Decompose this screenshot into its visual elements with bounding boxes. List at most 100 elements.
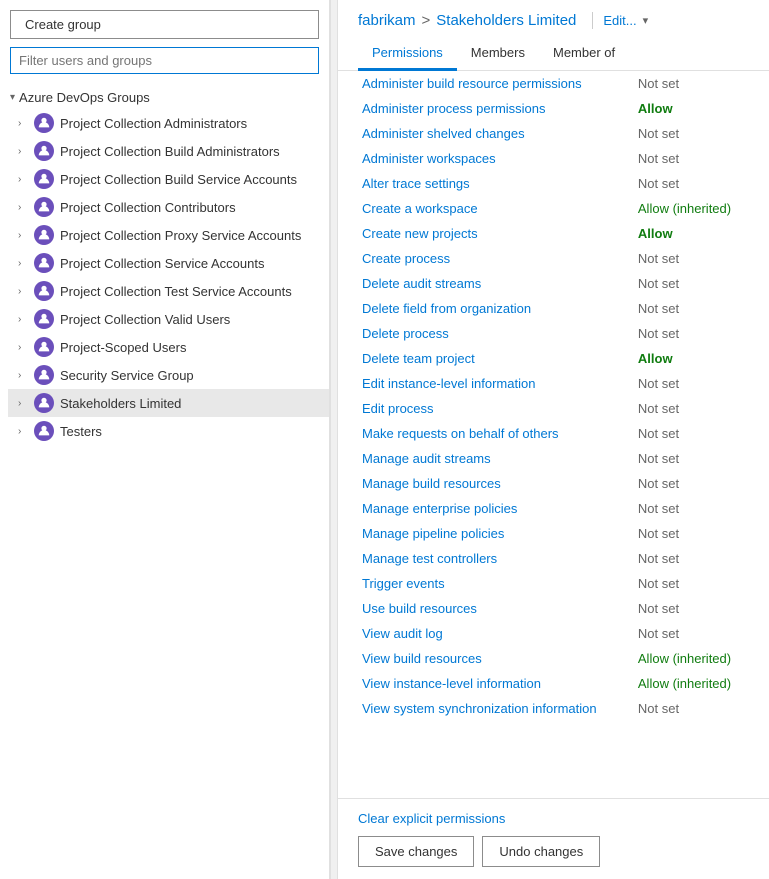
tree-container: ▾ Azure DevOps Groups › Project Collecti… [0, 82, 329, 879]
permission-name[interactable]: Edit instance-level information [358, 371, 634, 396]
permission-name[interactable]: Manage pipeline policies [358, 521, 634, 546]
permission-value[interactable]: Allow [634, 346, 749, 371]
permission-name[interactable]: Manage test controllers [358, 546, 634, 571]
tab-members[interactable]: Members [457, 39, 539, 71]
permission-value[interactable]: Allow [634, 221, 749, 246]
permission-row: Use build resources Not set [358, 596, 749, 621]
permission-value[interactable]: Not set [634, 321, 749, 346]
group-icon [34, 253, 54, 273]
permission-name[interactable]: Delete field from organization [358, 296, 634, 321]
permission-value[interactable]: Not set [634, 521, 749, 546]
tree-item[interactable]: › Project Collection Build Service Accou… [8, 165, 329, 193]
permission-value[interactable]: Not set [634, 146, 749, 171]
tab-member_of[interactable]: Member of [539, 39, 629, 71]
tree-item-label: Project Collection Build Administrators [60, 144, 280, 159]
tree-item-label: Project Collection Test Service Accounts [60, 284, 292, 299]
permission-value[interactable]: Allow (inherited) [634, 646, 749, 671]
permission-name[interactable]: Delete team project [358, 346, 634, 371]
tree-item[interactable]: › Project Collection Contributors [8, 193, 329, 221]
permission-row: Manage audit streams Not set [358, 446, 749, 471]
permission-name[interactable]: Alter trace settings [358, 171, 634, 196]
permission-row: Administer process permissions Allow [358, 96, 749, 121]
permission-value[interactable]: Allow (inherited) [634, 671, 749, 696]
permission-value[interactable]: Not set [634, 246, 749, 271]
group-icon [34, 365, 54, 385]
permission-value[interactable]: Not set [634, 546, 749, 571]
tree-item[interactable]: › Project Collection Test Service Accoun… [8, 277, 329, 305]
permission-name[interactable]: View build resources [358, 646, 634, 671]
permission-name[interactable]: Administer workspaces [358, 146, 634, 171]
permission-value[interactable]: Not set [634, 121, 749, 146]
permission-value[interactable]: Allow (inherited) [634, 196, 749, 221]
edit-dropdown-button[interactable]: ▾ [641, 12, 651, 29]
permission-name[interactable]: View system synchronization information [358, 696, 634, 721]
permission-name[interactable]: View audit log [358, 621, 634, 646]
permission-name[interactable]: Make requests on behalf of others [358, 421, 634, 446]
permission-value[interactable]: Not set [634, 571, 749, 596]
permission-name[interactable]: Manage enterprise policies [358, 496, 634, 521]
group-icon [34, 225, 54, 245]
undo-changes-button[interactable]: Undo changes [482, 836, 600, 867]
breadcrumb-org[interactable]: fabrikam [358, 12, 416, 29]
permission-value[interactable]: Not set [634, 471, 749, 496]
permission-value[interactable]: Not set [634, 171, 749, 196]
permission-value[interactable]: Allow [634, 96, 749, 121]
breadcrumb-group[interactable]: Stakeholders Limited [436, 12, 576, 29]
permission-name[interactable]: Manage audit streams [358, 446, 634, 471]
permission-name[interactable]: Delete process [358, 321, 634, 346]
permission-name[interactable]: Administer build resource permissions [358, 71, 634, 96]
tree-section-header[interactable]: ▾ Azure DevOps Groups [0, 86, 329, 109]
permission-value[interactable]: Not set [634, 596, 749, 621]
permission-name[interactable]: Create a workspace [358, 196, 634, 221]
permission-name[interactable]: Edit process [358, 396, 634, 421]
permission-row: View build resources Allow (inherited) [358, 646, 749, 671]
tree-item[interactable]: › Project Collection Service Accounts [8, 249, 329, 277]
permission-value[interactable]: Not set [634, 446, 749, 471]
permission-name[interactable]: Administer shelved changes [358, 121, 634, 146]
create-group-button[interactable]: Create group [10, 10, 319, 39]
permission-value[interactable]: Not set [634, 696, 749, 721]
permission-value[interactable]: Not set [634, 621, 749, 646]
permission-row: View audit log Not set [358, 621, 749, 646]
permission-row: Create a workspace Allow (inherited) [358, 196, 749, 221]
permission-row: Delete process Not set [358, 321, 749, 346]
permission-row: View instance-level information Allow (i… [358, 671, 749, 696]
tree-item[interactable]: › Project Collection Valid Users [8, 305, 329, 333]
tree-item[interactable]: › Project Collection Proxy Service Accou… [8, 221, 329, 249]
permission-value[interactable]: Not set [634, 371, 749, 396]
permission-row: Administer workspaces Not set [358, 146, 749, 171]
permission-name[interactable]: Use build resources [358, 596, 634, 621]
permission-value[interactable]: Not set [634, 496, 749, 521]
breadcrumb-separator: > [422, 12, 431, 29]
group-icon [34, 169, 54, 189]
permission-row: Make requests on behalf of others Not se… [358, 421, 749, 446]
tree-item[interactable]: › Security Service Group [8, 361, 329, 389]
permission-value[interactable]: Not set [634, 271, 749, 296]
permission-name[interactable]: Create new projects [358, 221, 634, 246]
tree-item[interactable]: › Project Collection Administrators [8, 109, 329, 137]
permission-value[interactable]: Not set [634, 71, 749, 96]
tab-permissions[interactable]: Permissions [358, 39, 457, 71]
tree-item[interactable]: › Testers [8, 417, 329, 445]
filter-input[interactable] [10, 47, 319, 74]
permission-name[interactable]: View instance-level information [358, 671, 634, 696]
permission-name[interactable]: Manage build resources [358, 471, 634, 496]
tree-item[interactable]: › Project Collection Build Administrator… [8, 137, 329, 165]
save-changes-button[interactable]: Save changes [358, 836, 474, 867]
tree-item-label: Security Service Group [60, 368, 194, 383]
permission-value[interactable]: Not set [634, 296, 749, 321]
group-icon [34, 281, 54, 301]
tree-item[interactable]: › Project-Scoped Users [8, 333, 329, 361]
permission-name[interactable]: Trigger events [358, 571, 634, 596]
permission-name[interactable]: Create process [358, 246, 634, 271]
permission-row: Manage pipeline policies Not set [358, 521, 749, 546]
permission-value[interactable]: Not set [634, 421, 749, 446]
permission-name[interactable]: Delete audit streams [358, 271, 634, 296]
clear-permissions-link[interactable]: Clear explicit permissions [358, 811, 505, 826]
edit-link[interactable]: Edit... [603, 13, 636, 28]
tree-item[interactable]: › Stakeholders Limited [8, 389, 329, 417]
breadcrumb: fabrikam > Stakeholders Limited Edit... … [358, 12, 749, 29]
permission-name[interactable]: Administer process permissions [358, 96, 634, 121]
permission-value[interactable]: Not set [634, 396, 749, 421]
panel-divider[interactable] [330, 0, 338, 879]
